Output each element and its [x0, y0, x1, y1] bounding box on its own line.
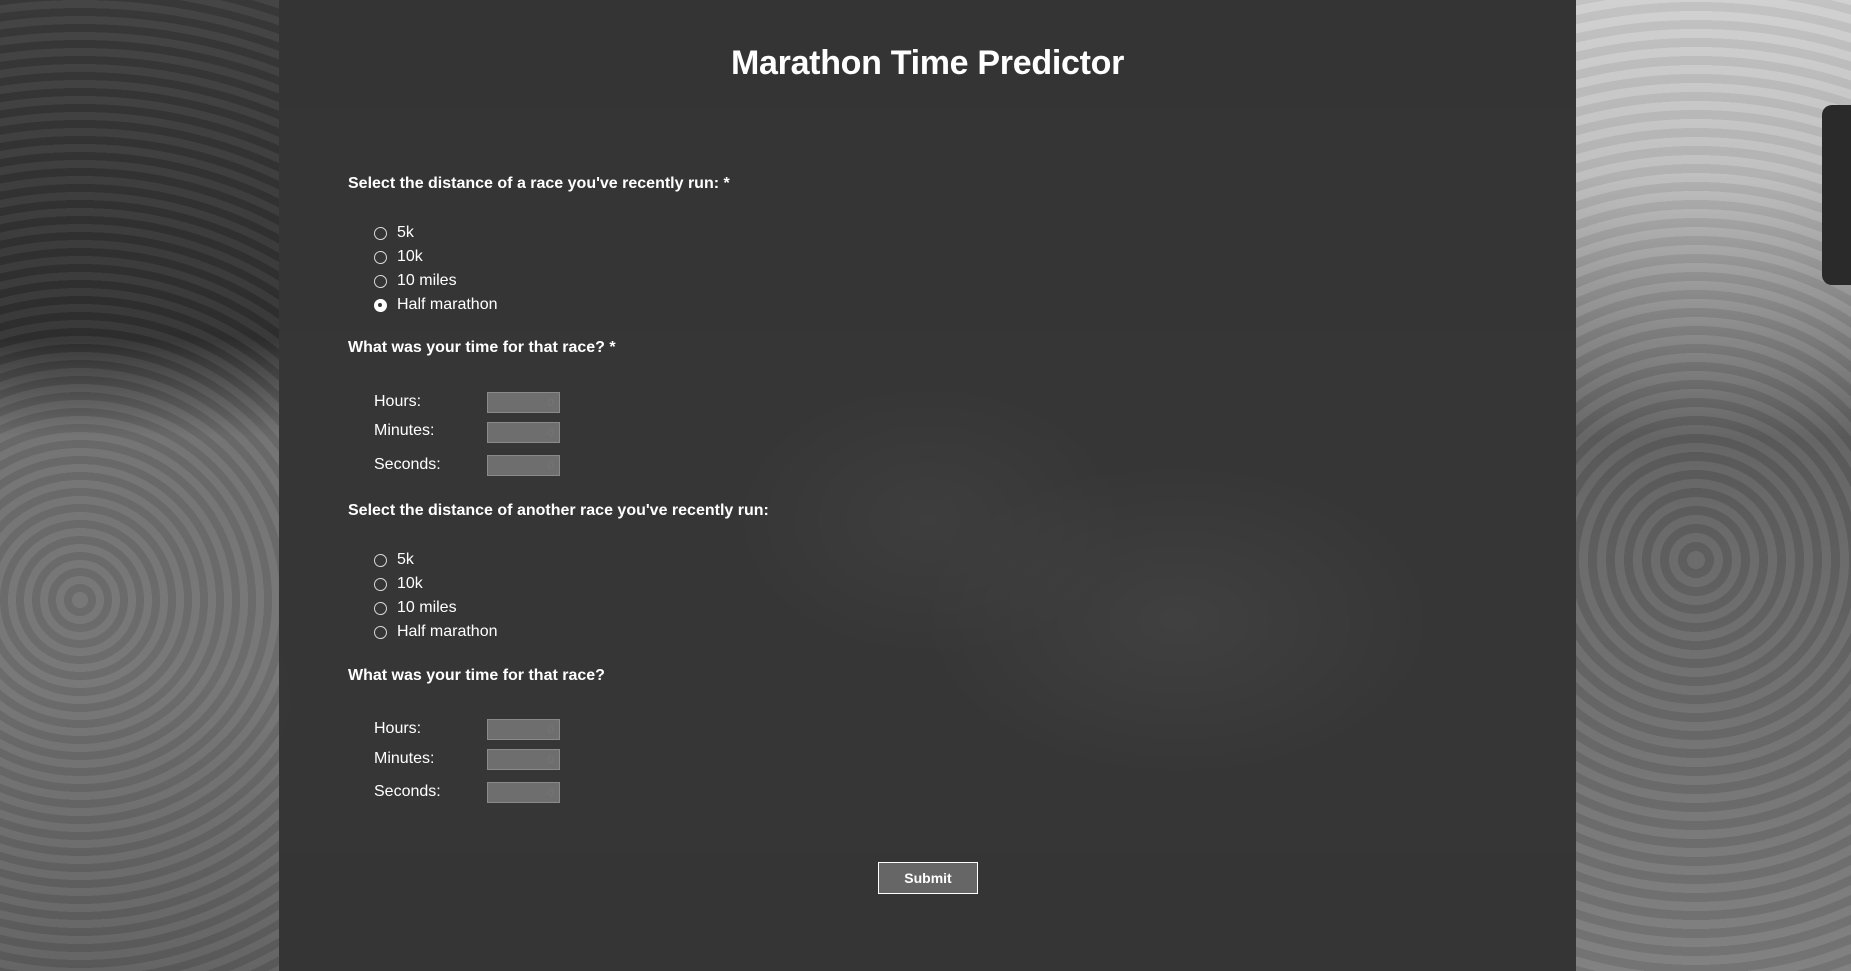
- race2-option-10k[interactable]: 10k: [374, 573, 423, 595]
- race1-option-half-marathon[interactable]: Half marathon: [374, 294, 498, 316]
- race2-hours-label: Hours:: [374, 720, 422, 737]
- radio-button[interactable]: [374, 226, 387, 240]
- radio-button[interactable]: [374, 274, 387, 288]
- race1-hours-label: Hours:: [374, 393, 422, 410]
- race2-option-5k[interactable]: 5k: [374, 549, 414, 571]
- race2-seconds-input[interactable]: [487, 782, 560, 803]
- race2-option-10-miles[interactable]: 10 miles: [374, 597, 457, 619]
- race1-option-10-miles[interactable]: 10 miles: [374, 270, 457, 292]
- option-label: 5k: [397, 224, 414, 241]
- race2-seconds-label: Seconds:: [374, 783, 441, 800]
- option-label: 10 miles: [397, 599, 457, 616]
- submit-button[interactable]: Submit: [878, 862, 978, 894]
- traffic-light-shape: [1822, 105, 1851, 285]
- race1-option-5k[interactable]: 5k: [374, 222, 414, 244]
- race1-distance-question: Select the distance of a race you've rec…: [348, 175, 730, 192]
- option-label: 10k: [397, 248, 423, 265]
- radio-button[interactable]: [374, 577, 387, 591]
- background-photo-left: [0, 0, 279, 971]
- radio-button[interactable]: [374, 553, 387, 567]
- background-photo-right: [1576, 0, 1851, 971]
- race2-option-half-marathon[interactable]: Half marathon: [374, 621, 498, 643]
- race2-minutes-input[interactable]: [487, 749, 560, 770]
- page-title: Marathon Time Predictor: [731, 44, 1124, 82]
- race1-option-10k[interactable]: 10k: [374, 246, 423, 268]
- race1-hours-input[interactable]: [487, 392, 560, 413]
- form-panel: Marathon Time Predictor Select the dista…: [279, 0, 1576, 971]
- race1-seconds-input[interactable]: [487, 455, 560, 476]
- race2-time-question: What was your time for that race?: [348, 667, 605, 684]
- race1-seconds-label: Seconds:: [374, 456, 441, 473]
- option-label: 10 miles: [397, 272, 457, 289]
- radio-button[interactable]: [374, 250, 387, 264]
- option-label: Half marathon: [397, 296, 498, 313]
- option-label: 5k: [397, 551, 414, 568]
- radio-button[interactable]: [374, 601, 387, 615]
- race1-time-question: What was your time for that race? *: [348, 339, 616, 356]
- race1-minutes-label: Minutes:: [374, 422, 435, 439]
- option-label: Half marathon: [397, 623, 498, 640]
- radio-button-selected[interactable]: [374, 298, 387, 312]
- race1-minutes-input[interactable]: [487, 422, 560, 443]
- race2-distance-question: Select the distance of another race you'…: [348, 502, 769, 519]
- radio-button[interactable]: [374, 625, 387, 639]
- race2-hours-input[interactable]: [487, 719, 560, 740]
- race2-minutes-label: Minutes:: [374, 750, 435, 767]
- option-label: 10k: [397, 575, 423, 592]
